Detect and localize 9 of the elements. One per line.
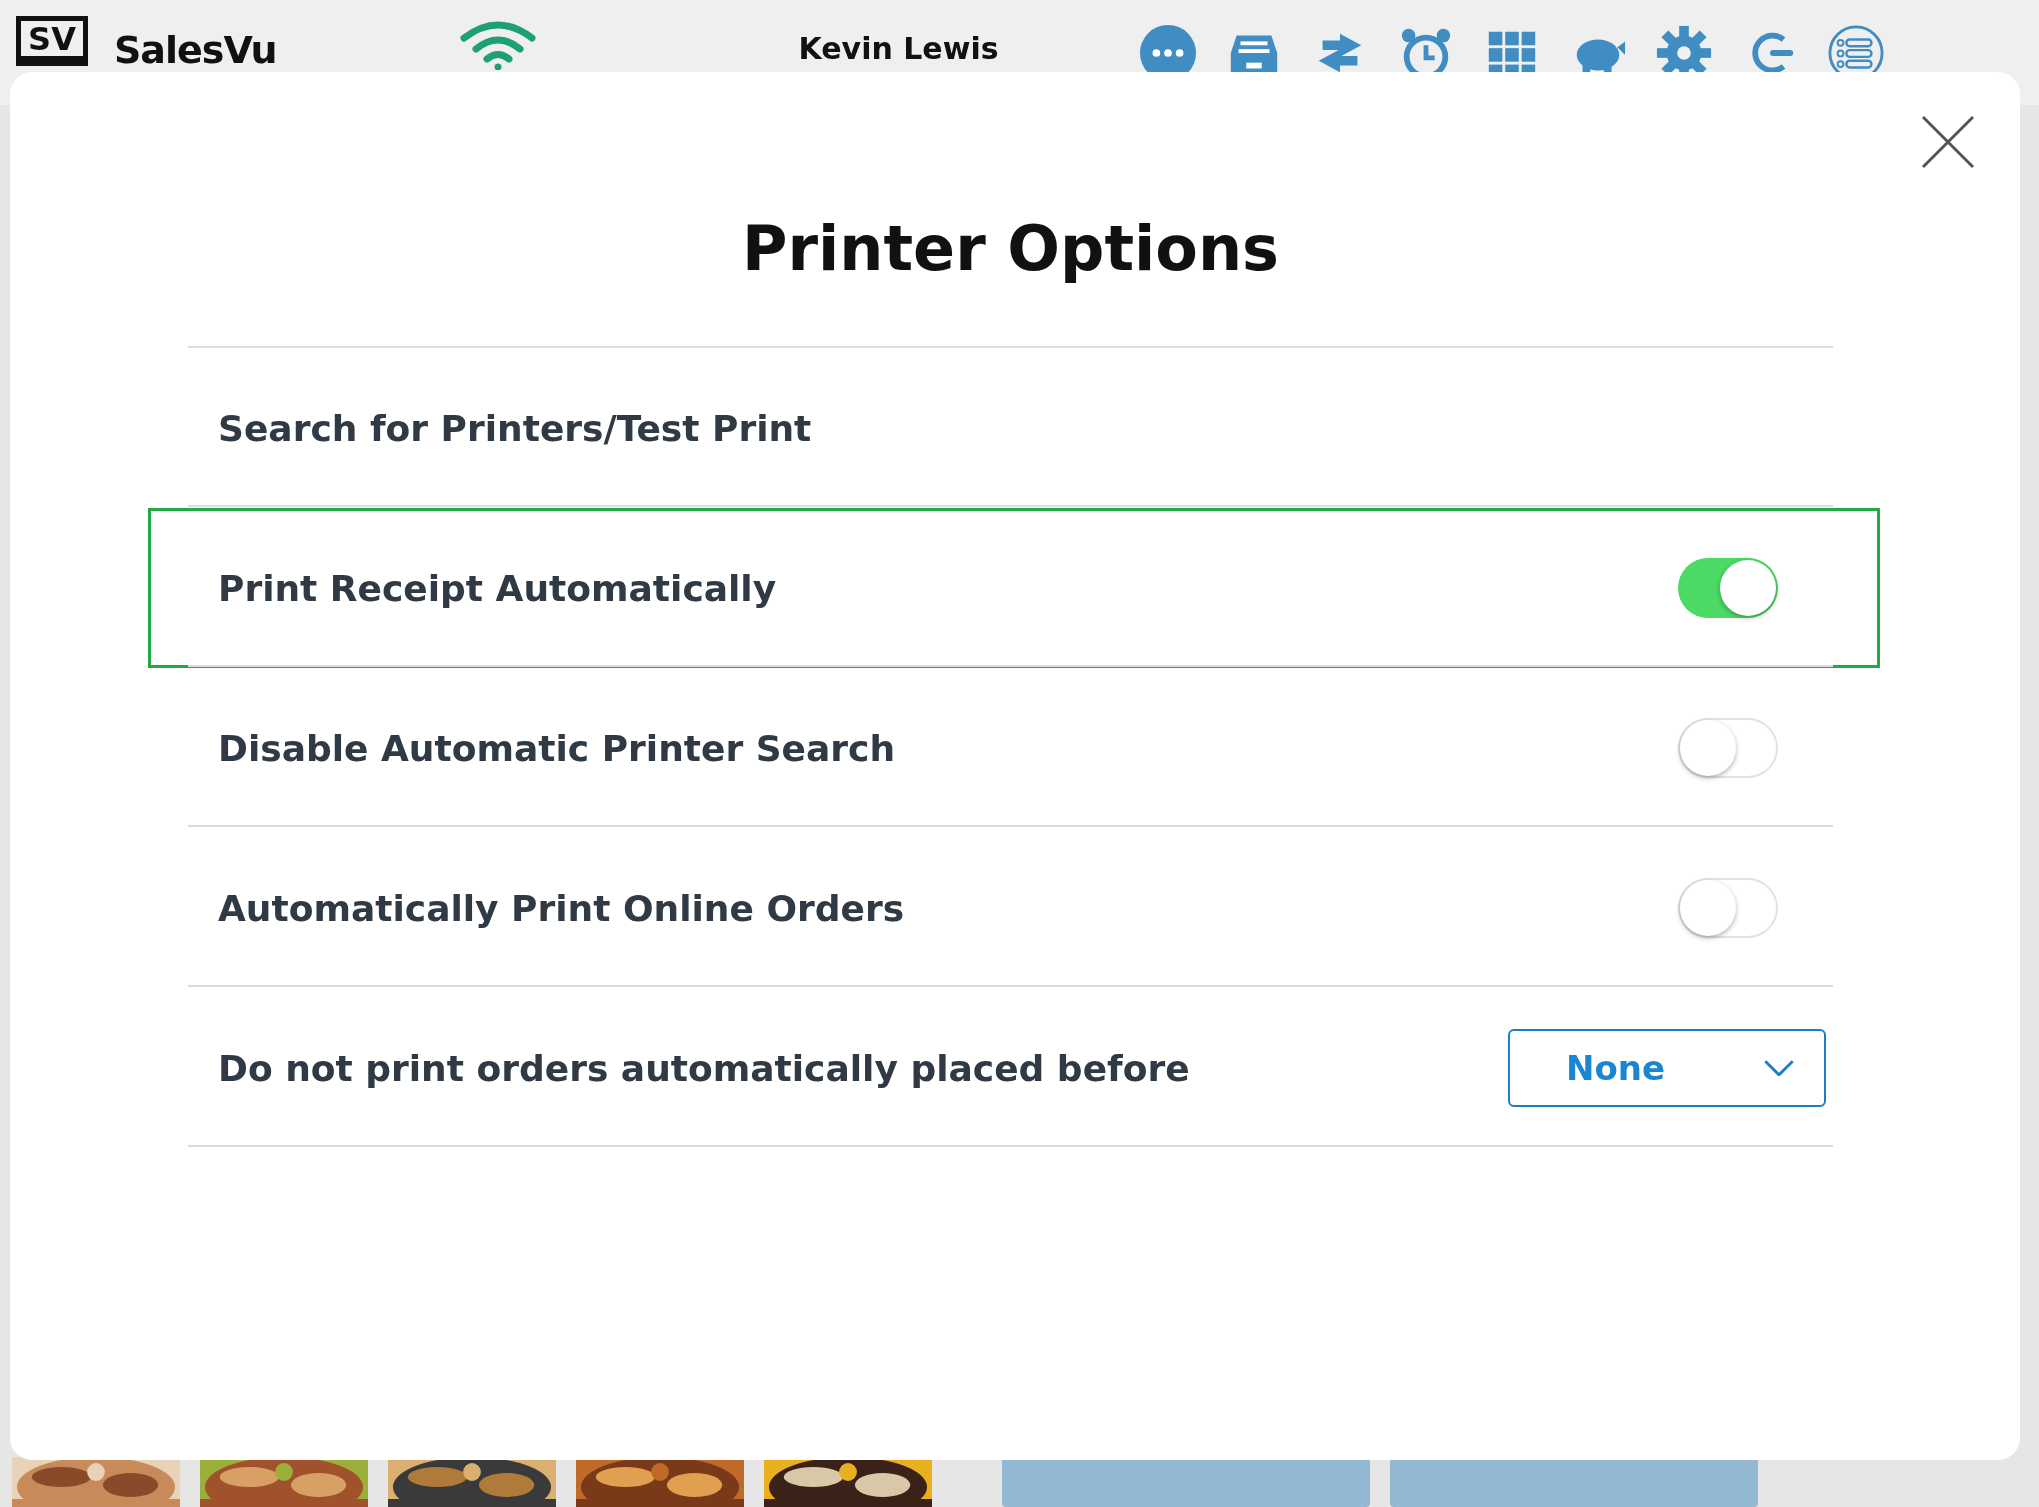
option-label: Print Receipt Automatically: [218, 567, 777, 609]
search-printers-link[interactable]: Search for Printers/Test Print: [218, 407, 812, 449]
option-label: Automatically Print Online Orders: [218, 887, 905, 929]
option-label: Do not print orders automatically placed before: [218, 1047, 1190, 1089]
user-name: Kevin Lewis: [798, 32, 999, 65]
app-name: SalesVu: [114, 30, 277, 72]
dialog-title: Printer Options: [741, 211, 1280, 287]
date-dropdown[interactable]: None: [1508, 1029, 1826, 1107]
option-label: Disable Automatic Printer Search: [218, 727, 896, 769]
